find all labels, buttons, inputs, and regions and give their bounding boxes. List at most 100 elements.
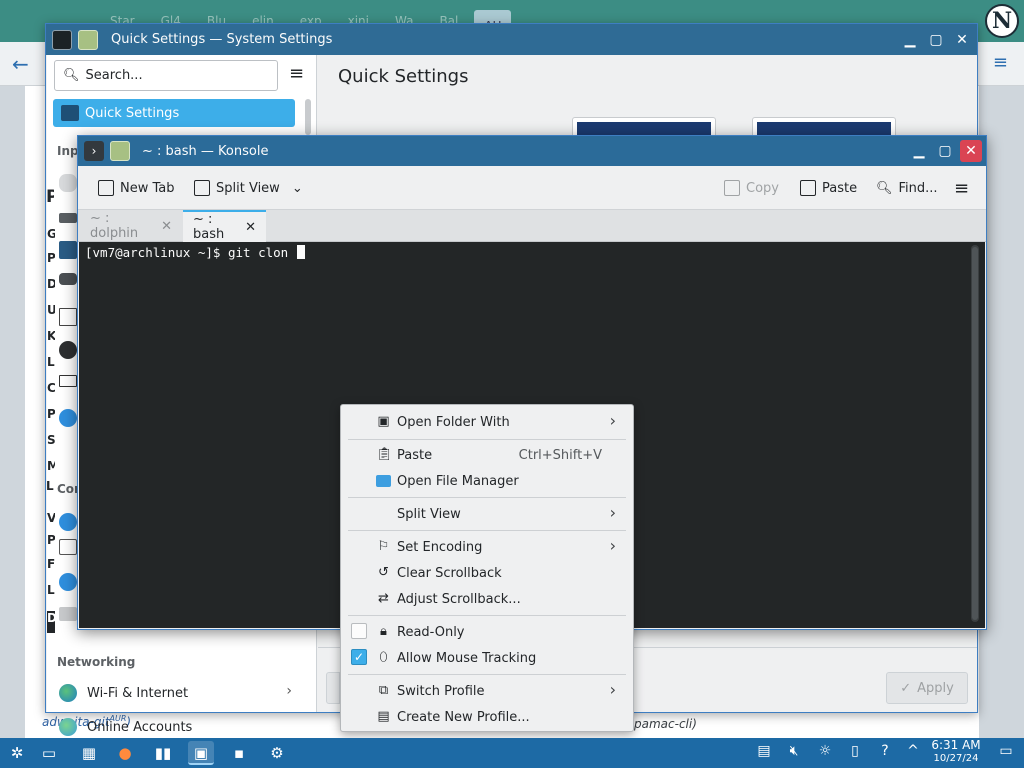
menu-separator xyxy=(348,439,626,440)
sidebar-item-label: P xyxy=(47,533,55,547)
firefox-icon[interactable]: ● xyxy=(112,741,138,765)
app-launcher-icon[interactable]: ✲ xyxy=(4,741,30,765)
desktop-pager-icon[interactable]: ▭ xyxy=(36,741,62,765)
sidebar-item-online-accounts[interactable]: Online Accounts xyxy=(57,713,302,741)
flag-icon: ⚐ xyxy=(377,539,390,554)
settings-app-icon xyxy=(78,29,98,50)
shortcut-label: Ctrl+Shift+V xyxy=(518,447,602,463)
sidebar-item-quick-settings[interactable]: Quick Settings xyxy=(53,99,295,127)
konsole-tab-bar: ~ : dolphin ✕ ~ : bash ✕ xyxy=(78,210,986,242)
submenu-arrow-icon: › xyxy=(609,680,616,699)
quick-settings-icon xyxy=(61,105,79,121)
konsole-task-icon[interactable]: ▣ xyxy=(188,741,214,765)
minimize-button[interactable]: ▁ xyxy=(899,29,921,51)
split-view-button[interactable]: Split View ⌄ xyxy=(194,177,303,199)
search-input[interactable] xyxy=(85,68,266,83)
terminal-task-icon[interactable]: ▪ xyxy=(226,741,252,765)
find-button[interactable]: 🔍︎ Find... xyxy=(876,177,938,199)
terminal-scrollbar[interactable] xyxy=(971,245,979,622)
search-icon: 🔍︎ xyxy=(63,68,80,83)
menu-item-adjust-scrollback[interactable]: ⇄ Adjust Scrollback... xyxy=(348,586,626,612)
mouse-tracking-checkbox[interactable]: ✓ xyxy=(351,649,367,665)
minimize-button[interactable]: ▁ xyxy=(908,140,930,162)
menu-item-open-file-manager[interactable]: Open File Manager xyxy=(348,468,626,494)
clipboard-icon[interactable]: ▤ xyxy=(754,743,774,759)
profile-avatar[interactable]: N xyxy=(985,4,1019,38)
close-button[interactable]: ✕ xyxy=(960,140,982,162)
keyboard-icon xyxy=(59,213,77,223)
menu-item-create-new-profile[interactable]: ▤ Create New Profile... xyxy=(348,704,626,730)
clock-time: 6:31 AM xyxy=(931,738,981,752)
system-settings-task-icon[interactable]: ⚙ xyxy=(264,741,290,765)
new-tab-icon xyxy=(98,180,114,196)
sidebar-item-label: P xyxy=(47,251,55,265)
app-icon[interactable]: ▦ xyxy=(76,741,102,765)
sidebar-item-label: S xyxy=(47,433,55,447)
switch-profile-icon: ⧉ xyxy=(378,683,389,698)
paste-button[interactable]: Paste xyxy=(800,177,857,199)
menu-item-paste[interactable]: 📋︎ Paste Ctrl+Shift+V xyxy=(348,442,626,468)
sidebar-scrollbar[interactable] xyxy=(305,99,311,135)
sidebar-item-label: P xyxy=(47,407,55,421)
paste-icon: 📋︎ xyxy=(376,447,393,462)
maximize-button[interactable]: ▢ xyxy=(925,29,947,51)
brightness-icon[interactable]: ☼ xyxy=(815,743,835,759)
new-tab-button[interactable]: New Tab xyxy=(98,177,175,199)
back-arrow-icon[interactable]: ← xyxy=(12,52,29,76)
close-tab-icon[interactable]: ✕ xyxy=(161,219,172,234)
clock[interactable]: 6:31 AM 10/27/24 xyxy=(930,739,982,765)
menu-item-set-encoding[interactable]: ⚐ Set Encoding › xyxy=(348,534,626,560)
menu-item-switch-profile[interactable]: ⧉ Switch Profile › xyxy=(348,678,626,704)
tab-bash[interactable]: ~ : bash ✕ xyxy=(183,210,266,242)
read-only-checkbox[interactable] xyxy=(351,623,367,639)
close-button[interactable]: ✕ xyxy=(951,29,973,51)
window-menu-icon[interactable] xyxy=(52,29,72,50)
sidebar-item-label: L xyxy=(47,355,55,369)
hamburger-menu-icon[interactable]: ≡ xyxy=(954,177,969,199)
apply-button[interactable]: ✓ Apply xyxy=(886,672,968,704)
tab-dolphin[interactable]: ~ : dolphin ✕ xyxy=(80,210,182,242)
menu-separator xyxy=(348,497,626,498)
sidebar-item-wifi-internet[interactable]: Wi-Fi & Internet › xyxy=(57,679,302,707)
menu-item-read-only[interactable]: 🔒︎ Read-Only xyxy=(348,619,626,645)
sidebar-item-label: Wi-Fi & Internet xyxy=(87,685,189,701)
konsole-app-icon xyxy=(110,141,130,161)
text-cursor xyxy=(296,245,305,259)
accessibility-icon xyxy=(59,409,77,427)
copy-button[interactable]: Copy xyxy=(724,177,779,199)
menu-item-split-view[interactable]: Split View › xyxy=(348,501,626,527)
app-icon[interactable]: ▮▮ xyxy=(150,741,176,765)
terminal-prompt-icon[interactable]: › xyxy=(84,141,104,161)
sidebar-item-label: L xyxy=(46,479,54,493)
menu-item-clear-scrollback[interactable]: ↺ Clear Scrollback xyxy=(348,560,626,586)
system-settings-titlebar[interactable]: Quick Settings — System Settings ▁ ▢ ✕ xyxy=(46,24,977,55)
desktop: Star Gl4 Blu elin exp xinj Wa Bal AU N ←… xyxy=(0,0,1024,768)
split-view-icon xyxy=(194,180,210,196)
lock-icon: 🔒︎ xyxy=(380,624,387,639)
menu-item-allow-mouse-tracking[interactable]: ✓ ⬯ Allow Mouse Tracking xyxy=(348,645,626,671)
hamburger-menu-icon[interactable]: ≡ xyxy=(289,65,304,83)
close-tab-icon[interactable]: ✕ xyxy=(245,220,256,235)
show-desktop-icon[interactable]: ▭ xyxy=(996,743,1016,759)
maximize-button[interactable]: ▢ xyxy=(934,140,956,162)
konsole-titlebar[interactable]: › ~ : bash — Konsole ▁ ▢ ✕ xyxy=(78,136,986,166)
menu-separator xyxy=(348,674,626,675)
submenu-arrow-icon: › xyxy=(609,503,616,522)
menu-separator xyxy=(348,615,626,616)
copy-icon xyxy=(724,180,740,196)
search-field[interactable]: 🔍︎ xyxy=(54,60,278,91)
chevron-up-icon[interactable]: ^ xyxy=(903,743,923,759)
removable-device-icon[interactable]: ▯ xyxy=(845,743,865,759)
checkmark-icon: ✓ xyxy=(900,680,912,696)
defaults-button[interactable] xyxy=(326,672,340,704)
window-title: ~ : bash — Konsole xyxy=(142,143,269,159)
background-text: pamac-cli) xyxy=(634,717,697,731)
volume-muted-icon[interactable]: 🔇︎ xyxy=(784,743,804,759)
help-icon[interactable]: ? xyxy=(875,743,895,759)
chevron-down-icon: ⌄ xyxy=(291,180,303,196)
submenu-arrow-icon: › xyxy=(609,536,616,555)
sidebar-item-label: L xyxy=(47,583,55,597)
browser-menu-icon[interactable]: ≡ xyxy=(993,52,1008,73)
gamepad-icon xyxy=(59,273,77,285)
menu-item-open-folder-with[interactable]: ▣ Open Folder With › xyxy=(348,409,626,435)
